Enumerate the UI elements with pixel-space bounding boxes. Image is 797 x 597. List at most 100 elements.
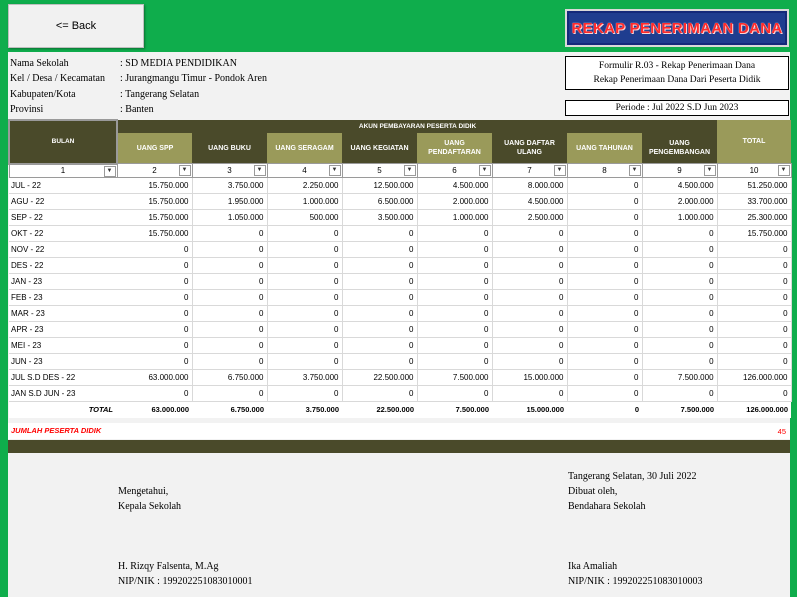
value-cell: 1.050.000 — [192, 209, 268, 226]
value-cell: 0 — [417, 289, 493, 306]
value-cell: 7.500.000 — [417, 368, 493, 386]
sig-left-line2: Kepala Sekolah — [118, 501, 182, 512]
filter-dropdown-icon[interactable]: ▼ — [628, 165, 641, 176]
value-cell: 0 — [192, 353, 268, 370]
filter-dropdown-icon[interactable]: ▼ — [553, 165, 566, 176]
table-row: MEI - 23 0 0 0 0 0 0 0 0 0 — [9, 337, 792, 354]
value-cell: 0 — [567, 177, 643, 194]
month-cell: MEI - 23 — [9, 337, 117, 354]
value-cell: 0 — [342, 321, 418, 338]
value-cell: 0 — [717, 241, 792, 258]
value-cell: 0 — [642, 241, 718, 258]
value-cell: 0 — [117, 289, 193, 306]
value-cell: 1.950.000 — [192, 193, 268, 210]
column-header: UANG KEGIATAN — [342, 133, 417, 164]
value-cell: 0 — [192, 337, 268, 354]
value-cell: 0 — [417, 225, 493, 242]
month-cell: JAN S.D JUN - 23 — [9, 385, 117, 402]
value-cell: 0 — [417, 305, 493, 322]
column-number: 3 — [227, 165, 232, 175]
value-cell: 0 — [192, 241, 268, 258]
month-cell: MAR - 23 — [9, 305, 117, 322]
value-cell: 0 — [342, 385, 418, 402]
table-row: MAR - 23 0 0 0 0 0 0 0 0 0 — [9, 305, 792, 322]
filter-dropdown-icon[interactable]: ▼ — [178, 165, 191, 176]
value-cell: 15.000.000 — [492, 368, 568, 386]
value-cell: 0 — [417, 337, 493, 354]
value-cell: 7.500.000 — [642, 368, 718, 386]
value-cell: 0 — [417, 257, 493, 274]
value-cell: 0 — [117, 257, 193, 274]
jumlah-peserta-value: 45 — [777, 427, 786, 436]
column-header: UANG PENGEMBANGAN — [642, 133, 718, 164]
value-cell: 0 — [342, 273, 418, 290]
value-cell: 0 — [192, 257, 268, 274]
sig-left-name: H. Rizqy Falsenta, M.Ag — [118, 561, 219, 572]
month-cell: SEP - 22 — [9, 209, 117, 226]
month-cell: APR - 23 — [9, 321, 117, 338]
filter-dropdown-icon[interactable]: ▼ — [253, 165, 266, 176]
table-row: NOV - 22 0 0 0 0 0 0 0 0 0 — [9, 241, 792, 258]
value-cell: 0 — [117, 385, 193, 402]
filter-dropdown-icon[interactable]: ▼ — [703, 165, 716, 176]
value-cell: 2.250.000 — [267, 177, 343, 194]
filter-dropdown-icon[interactable]: ▼ — [103, 165, 116, 177]
value-cell: 0 — [642, 353, 718, 370]
month-cell: JAN - 23 — [9, 273, 117, 290]
value-cell: 0 — [342, 257, 418, 274]
month-cell: DES - 22 — [9, 257, 117, 274]
filter-dropdown-icon[interactable]: ▼ — [403, 165, 416, 176]
value-cell: 2.500.000 — [492, 209, 568, 226]
month-cell: AGU - 22 — [9, 193, 117, 210]
back-button[interactable]: <= Back — [8, 4, 144, 48]
footer-bar — [8, 440, 790, 453]
value-cell: 0 — [642, 305, 718, 322]
value-cell: 0 — [117, 273, 193, 290]
value-cell: 0 — [342, 305, 418, 322]
column-number: 6 — [452, 165, 457, 175]
column-number: 7 — [527, 165, 532, 175]
recap-table: BULAN AKUN PEMBAYARAN PESERTA DIDIK TOTA… — [8, 119, 792, 418]
filter-dropdown-icon[interactable]: ▼ — [328, 165, 341, 176]
total-header: TOTAL — [717, 120, 792, 164]
form-code-line2: Rekap Penerimaan Dana Dari Peserta Didik — [593, 75, 761, 85]
jumlah-peserta-label: JUMLAH PESERTA DIDIK — [11, 426, 102, 435]
value-cell: 0 — [567, 241, 643, 258]
table-row: JUL S.D DES - 22 63.000.000 6.750.000 3.750… — [9, 368, 792, 386]
table-row: FEB - 23 0 0 0 0 0 0 0 0 0 — [9, 289, 792, 306]
value-cell: 3.750.000 — [267, 368, 343, 386]
month-cell: OKT - 22 — [9, 225, 117, 242]
table-row: OKT - 22 15.750.000 0 0 0 0 0 0 0 15.750.000 — [9, 225, 792, 242]
value-cell: 0 — [567, 305, 643, 322]
table-row: AGU - 22 15.750.000 1.950.000 1.000.000 6.50… — [9, 193, 792, 210]
total-label: TOTAL — [9, 400, 117, 418]
value-cell: 0 — [717, 305, 792, 322]
value-cell: 0 — [567, 273, 643, 290]
value-cell: 0 — [342, 241, 418, 258]
value-cell: 0 — [417, 385, 493, 402]
table-row: JUL - 22 15.750.000 3.750.000 2.250.000 12.5… — [9, 177, 792, 194]
value-cell: 3.750.000 — [192, 177, 268, 194]
jumlah-peserta-row: JUMLAH PESERTA DIDIK 45 — [8, 423, 790, 439]
value-cell: 0 — [267, 241, 343, 258]
value-cell: 0 — [492, 241, 568, 258]
value-cell: 15.750.000 — [117, 225, 193, 242]
filter-dropdown-icon[interactable]: ▼ — [777, 165, 790, 176]
value-cell: 0 — [642, 225, 718, 242]
value-cell: 0 — [567, 193, 643, 210]
value-cell: 15.750.000 — [117, 177, 193, 194]
bulan-header: BULAN — [8, 119, 118, 165]
value-cell: 63.000.000 — [117, 368, 193, 386]
column-number: 10 — [749, 165, 759, 175]
value-cell: 0 — [117, 337, 193, 354]
value-cell: 0 — [417, 353, 493, 370]
filter-dropdown-icon[interactable]: ▼ — [478, 165, 491, 176]
total-row: TOTAL 63.000.000 6.750.000 3.750.000 22.500.… — [9, 400, 792, 418]
value-cell: 0 — [717, 257, 792, 274]
value-cell: 25.300.000 — [717, 209, 792, 226]
column-header: UANG SPP — [117, 133, 192, 164]
value-cell: 1.000.000 — [267, 193, 343, 210]
column-number-cell: 7 ▼ — [491, 163, 568, 178]
column-number-cell: 2 ▼ — [116, 163, 193, 178]
form-code-line1: Formulir R.03 - Rekap Penerimaan Dana — [598, 61, 756, 71]
